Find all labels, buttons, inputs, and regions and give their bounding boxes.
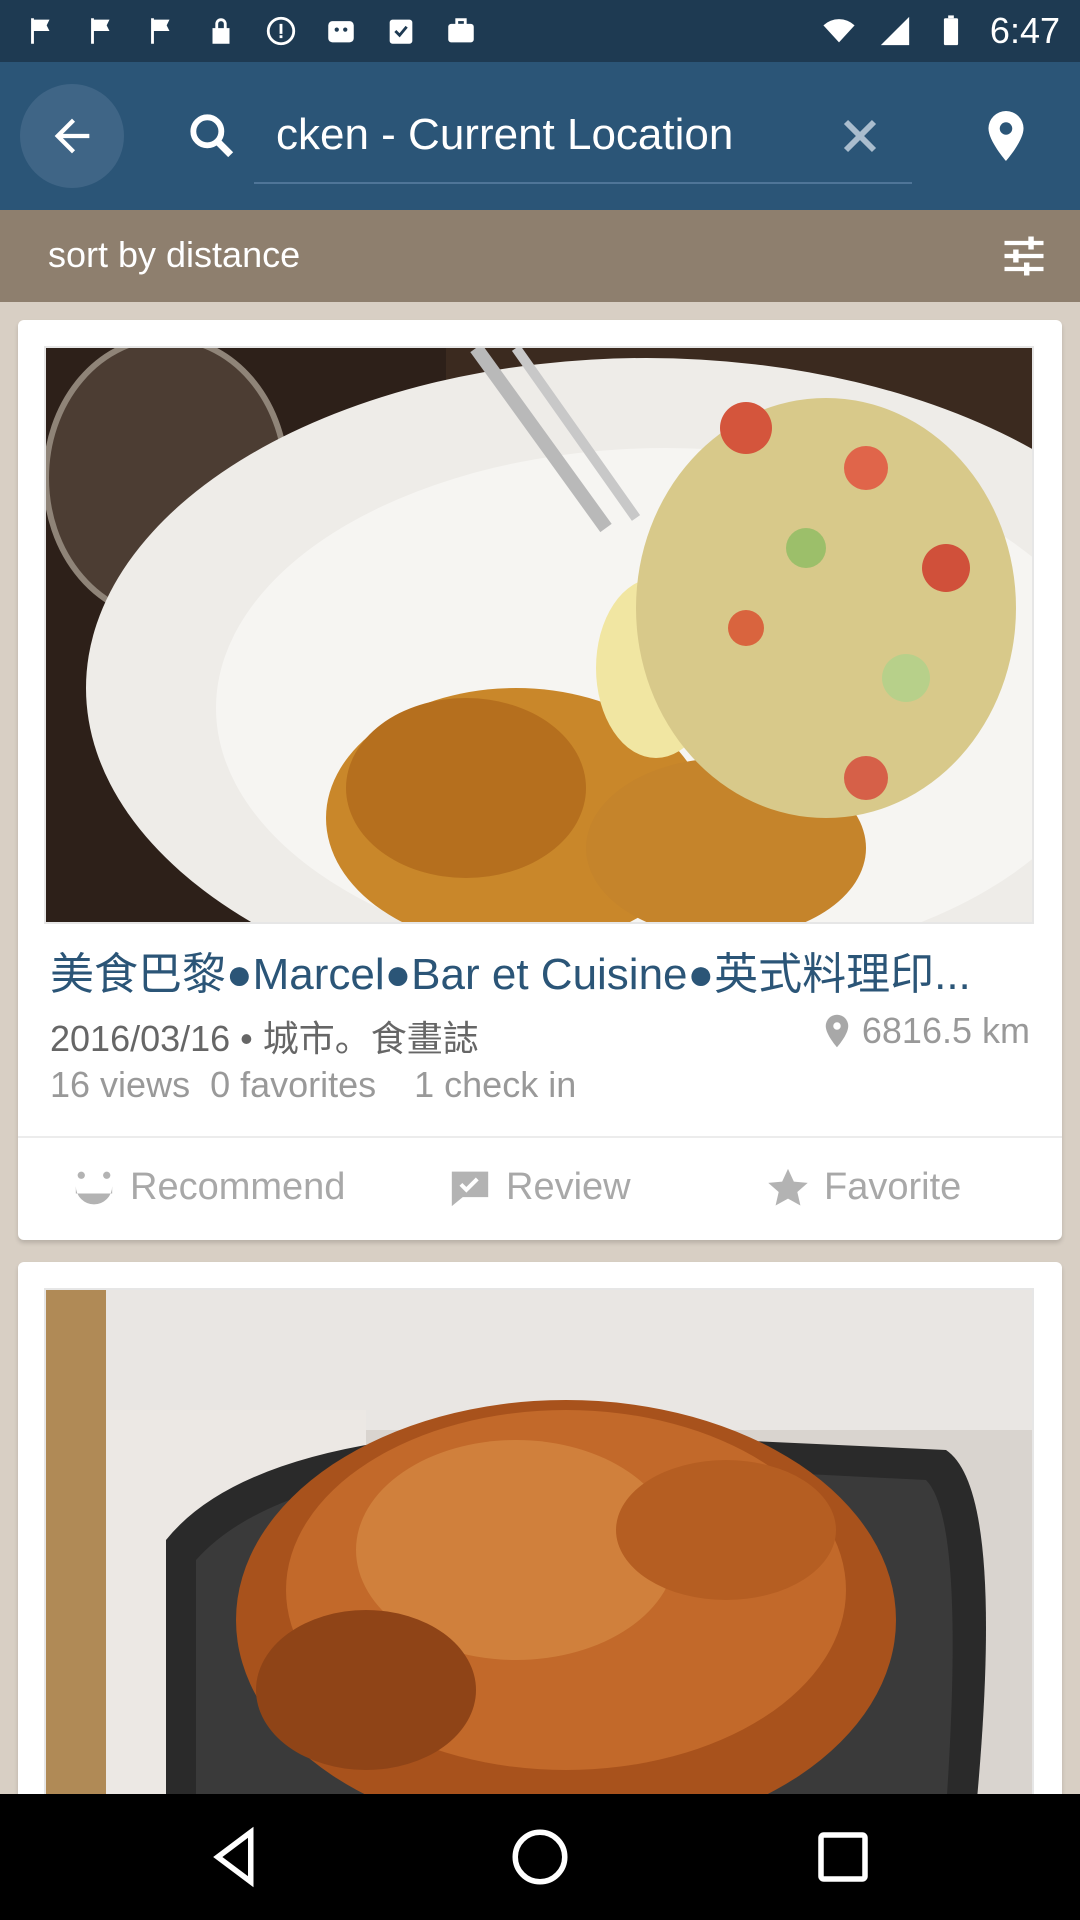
notification-icons (24, 14, 478, 48)
briefcase-icon (448, 18, 474, 43)
stats-row: 16 views 0 favorites 1 check in (50, 1064, 596, 1106)
favorite-button[interactable]: Favorite (766, 1166, 961, 1209)
system-icons: 6:47 (822, 10, 1060, 52)
food-image (46, 1290, 1032, 1806)
status-bar: 6:47 (0, 0, 1080, 62)
distance-value: 6816.5 km (861, 1010, 1030, 1051)
back-button[interactable] (20, 84, 124, 188)
flag-icon (31, 18, 50, 44)
search-input-value: cken - Current Location (276, 110, 734, 159)
recommend-label: Recommend (130, 1166, 346, 1208)
flag-icon (151, 18, 170, 44)
nav-home-icon[interactable] (507, 1824, 573, 1890)
favorite-label: Favorite (824, 1166, 962, 1208)
navigation-bar (0, 1794, 1080, 1920)
app-bar: cken - Current Location (0, 62, 1080, 210)
list-item[interactable] (18, 1262, 1062, 1822)
checkins-count: 1 check in (414, 1064, 577, 1105)
views-count: 16 views (50, 1064, 191, 1105)
recommend-button[interactable]: Recommend (72, 1166, 345, 1209)
check-comment-icon (451, 1171, 489, 1206)
list-item[interactable]: 美食巴黎●Marcel●Bar et Cuisine●英式料理印... 2016… (18, 320, 1062, 1240)
clipboard-check-icon (389, 19, 413, 44)
action-bar: Recommend Review Favorite (18, 1136, 1062, 1240)
tune-sliders-icon[interactable] (998, 230, 1050, 282)
review-label: Review (506, 1166, 631, 1208)
battery-icon (943, 15, 959, 46)
nav-back-icon[interactable] (204, 1824, 270, 1890)
location-pin-icon[interactable] (976, 106, 1036, 166)
search-input[interactable]: cken - Current Location (254, 88, 912, 184)
sort-bar[interactable]: sort by distance (0, 210, 1080, 302)
restaurant-photo[interactable] (44, 1288, 1034, 1808)
distance: 6816.5 km (822, 1010, 1030, 1052)
food-image (46, 348, 1032, 922)
arrow-left-icon (54, 118, 90, 154)
alert-circle-icon (266, 16, 296, 46)
favorites-count: 0 favorites (210, 1064, 377, 1105)
status-time: 6:47 (989, 10, 1060, 51)
restaurant-title[interactable]: 美食巴黎●Marcel●Bar et Cuisine●英式料理印... (50, 938, 1040, 1002)
star-icon (768, 1168, 808, 1206)
search-icon (190, 114, 234, 158)
review-button[interactable]: Review (448, 1166, 631, 1209)
date-and-source: 2016/03/16 • 城市。食畫誌 (50, 1018, 479, 1059)
nav-recent-apps-icon[interactable] (810, 1824, 876, 1890)
lock-icon (212, 18, 230, 44)
signal-icon (880, 16, 910, 46)
app-icon (328, 21, 354, 43)
wifi-icon (823, 19, 855, 43)
smile-icon (75, 1171, 113, 1204)
restaurant-photo[interactable] (44, 346, 1034, 924)
close-icon[interactable] (832, 108, 888, 164)
sort-label[interactable]: sort by distance (48, 234, 300, 276)
location-pin-icon (825, 1014, 849, 1048)
flag-icon (91, 18, 110, 44)
